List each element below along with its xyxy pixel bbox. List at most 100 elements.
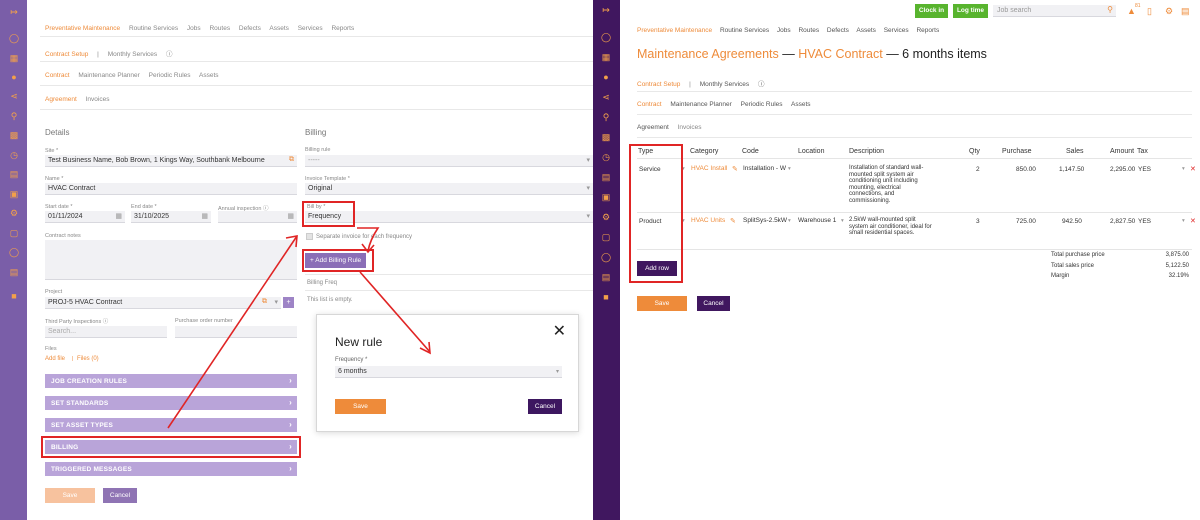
external-link-icon[interactable]: ⧉ bbox=[262, 298, 267, 306]
chevron-down-icon[interactable]: ▾ bbox=[1182, 166, 1185, 172]
location-icon[interactable]: ⚲ bbox=[601, 112, 611, 122]
nav-preventative-maintenance[interactable]: Preventative Maintenance bbox=[45, 25, 120, 32]
document-icon[interactable]: ▦ bbox=[601, 52, 611, 62]
row2-code[interactable]: SplitSys-2.5kW bbox=[743, 217, 787, 227]
modal-save-button[interactable]: Save bbox=[335, 399, 386, 414]
accordion-set-asset-types[interactable]: SET ASSET TYPES › bbox=[45, 418, 297, 432]
phone-icon[interactable]: ▯ bbox=[1147, 6, 1152, 17]
scan-icon[interactable]: ▢ bbox=[601, 232, 611, 242]
nav-routine-services[interactable]: Routine Services bbox=[720, 27, 769, 34]
billing-rule-select[interactable]: ----- ▾ bbox=[305, 155, 593, 167]
accordion-triggered-messages[interactable]: TRIGGERED MESSAGES › bbox=[45, 462, 297, 476]
exit-icon[interactable]: ↦ bbox=[9, 7, 19, 17]
calendar-icon[interactable]: ▦ bbox=[115, 212, 122, 220]
chevron-down-icon[interactable]: ▾ bbox=[841, 218, 844, 224]
files-count-link[interactable]: Files (0) bbox=[77, 356, 99, 362]
row2-location[interactable]: Warehouse 1 bbox=[798, 217, 841, 227]
delete-row-icon[interactable]: ✕ bbox=[1190, 217, 1196, 225]
nav-routes[interactable]: Routes bbox=[209, 25, 230, 32]
cancel-button[interactable]: Cancel bbox=[697, 296, 730, 311]
tab-invoices[interactable]: Invoices bbox=[86, 96, 110, 103]
nav-services[interactable]: Services bbox=[884, 27, 909, 34]
row1-purchase[interactable]: 850.00 bbox=[1016, 166, 1036, 173]
nav-routine-services[interactable]: Routine Services bbox=[129, 25, 178, 32]
start-date-field[interactable]: 01/11/2024 ▦ bbox=[45, 211, 125, 223]
nav-jobs[interactable]: Jobs bbox=[777, 27, 791, 34]
row1-sales[interactable]: 1,147.50 bbox=[1059, 166, 1084, 173]
tab-maintenance-planner[interactable]: Maintenance Planner bbox=[670, 101, 731, 108]
calendar-icon[interactable]: ■ bbox=[9, 291, 19, 301]
end-date-field[interactable]: 31/10/2025 ▦ bbox=[131, 211, 211, 223]
row2-qty[interactable]: 3 bbox=[976, 218, 980, 225]
annual-inspection-field[interactable]: ▦ bbox=[218, 211, 297, 223]
share-icon[interactable]: ⋖ bbox=[601, 92, 611, 102]
contract-notes-textarea[interactable] bbox=[45, 240, 297, 280]
row1-code[interactable]: Installation - W bbox=[743, 165, 787, 175]
nav-defects[interactable]: Defects bbox=[827, 27, 849, 34]
book-icon[interactable]: ▤ bbox=[601, 272, 611, 282]
book-icon[interactable]: ▤ bbox=[9, 267, 19, 277]
row2-sales[interactable]: 942.50 bbox=[1062, 218, 1082, 225]
chevron-down-icon[interactable]: ▾ bbox=[1182, 218, 1185, 224]
close-icon[interactable]: ✕ bbox=[553, 321, 566, 341]
edit-icon[interactable]: ✎ bbox=[730, 217, 736, 225]
invoice-icon[interactable]: ▤ bbox=[9, 169, 19, 179]
tab-assets[interactable]: Assets bbox=[199, 72, 219, 79]
nav-services[interactable]: Services bbox=[298, 25, 323, 32]
shield-icon[interactable]: ◯ bbox=[9, 247, 19, 257]
cancel-button[interactable]: Cancel bbox=[103, 488, 137, 503]
tab-contract[interactable]: Contract bbox=[637, 101, 662, 108]
row2-tax[interactable]: YES bbox=[1138, 218, 1151, 225]
share-icon[interactable]: ⋖ bbox=[9, 91, 19, 101]
gear-icon[interactable]: ⚙ bbox=[601, 212, 611, 222]
user-icon[interactable]: ● bbox=[601, 72, 611, 82]
nav-routes[interactable]: Routes bbox=[798, 27, 819, 34]
clock-in-button[interactable]: Clock in bbox=[915, 4, 948, 18]
shield-icon[interactable]: ◯ bbox=[601, 252, 611, 262]
tab-invoices[interactable]: Invoices bbox=[678, 124, 702, 131]
scan-icon[interactable]: ▢ bbox=[9, 228, 19, 238]
job-search-input[interactable]: Job search ⚲ bbox=[993, 5, 1116, 17]
nav-reports[interactable]: Reports bbox=[916, 27, 939, 34]
nav-preventative-maintenance[interactable]: Preventative Maintenance bbox=[637, 27, 712, 34]
nav-jobs[interactable]: Jobs bbox=[187, 25, 201, 32]
row1-category[interactable]: HVAC Install bbox=[691, 165, 731, 175]
nav-reports[interactable]: Reports bbox=[331, 25, 354, 32]
search-icon[interactable]: ⚲ bbox=[1107, 5, 1113, 14]
nav-assets[interactable]: Assets bbox=[856, 27, 876, 34]
clock-icon[interactable]: ◷ bbox=[9, 150, 19, 160]
invoice-icon[interactable]: ▤ bbox=[601, 172, 611, 182]
gear-icon[interactable]: ⚙ bbox=[1165, 6, 1173, 17]
row1-location[interactable] bbox=[798, 165, 838, 175]
calendar-icon[interactable]: ▦ bbox=[287, 212, 294, 220]
separate-invoice-checkbox[interactable] bbox=[306, 233, 313, 240]
chevron-down-icon[interactable]: ▾ bbox=[788, 166, 791, 172]
row2-purchase[interactable]: 725.00 bbox=[1016, 218, 1036, 225]
tab-monthly-services[interactable]: Monthly Services bbox=[700, 81, 750, 88]
calendar-icon[interactable]: ▦ bbox=[201, 212, 208, 220]
exit-icon[interactable]: ↦ bbox=[601, 5, 611, 15]
building-icon[interactable]: ▩ bbox=[601, 132, 611, 142]
site-field[interactable]: Test Business Name, Bob Brown, 1 Kings W… bbox=[45, 155, 297, 167]
nav-defects[interactable]: Defects bbox=[239, 25, 261, 32]
clock-icon[interactable]: ◷ bbox=[601, 152, 611, 162]
row2-description[interactable]: 2.5kW wall-mounted split system air cond… bbox=[849, 217, 935, 237]
calendar-icon[interactable]: ■ bbox=[601, 292, 611, 302]
tab-maintenance-planner[interactable]: Maintenance Planner bbox=[78, 72, 139, 79]
tab-agreement[interactable]: Agreement bbox=[45, 96, 77, 103]
document-icon[interactable]: ▦ bbox=[9, 53, 19, 63]
row2-category[interactable]: HVAC Units bbox=[691, 217, 729, 227]
breadcrumb-hvac-contract[interactable]: HVAC Contract bbox=[798, 47, 883, 61]
user-icon[interactable]: ● bbox=[9, 72, 19, 82]
add-file-link[interactable]: Add file bbox=[45, 356, 65, 362]
delete-row-icon[interactable]: ✕ bbox=[1190, 165, 1196, 173]
tab-agreement[interactable]: Agreement bbox=[637, 124, 669, 131]
gear-icon[interactable]: ⚙ bbox=[9, 208, 19, 218]
row1-qty[interactable]: 2 bbox=[976, 166, 980, 173]
edit-icon[interactable]: ✎ bbox=[732, 165, 738, 173]
location-icon[interactable]: ⚲ bbox=[9, 111, 19, 121]
tab-assets[interactable]: Assets bbox=[791, 101, 811, 108]
accordion-job-creation-rules[interactable]: JOB CREATION RULES › bbox=[45, 374, 297, 388]
invoice-template-select[interactable]: Original ▾ bbox=[305, 183, 593, 195]
save-button[interactable]: Save bbox=[637, 296, 687, 311]
